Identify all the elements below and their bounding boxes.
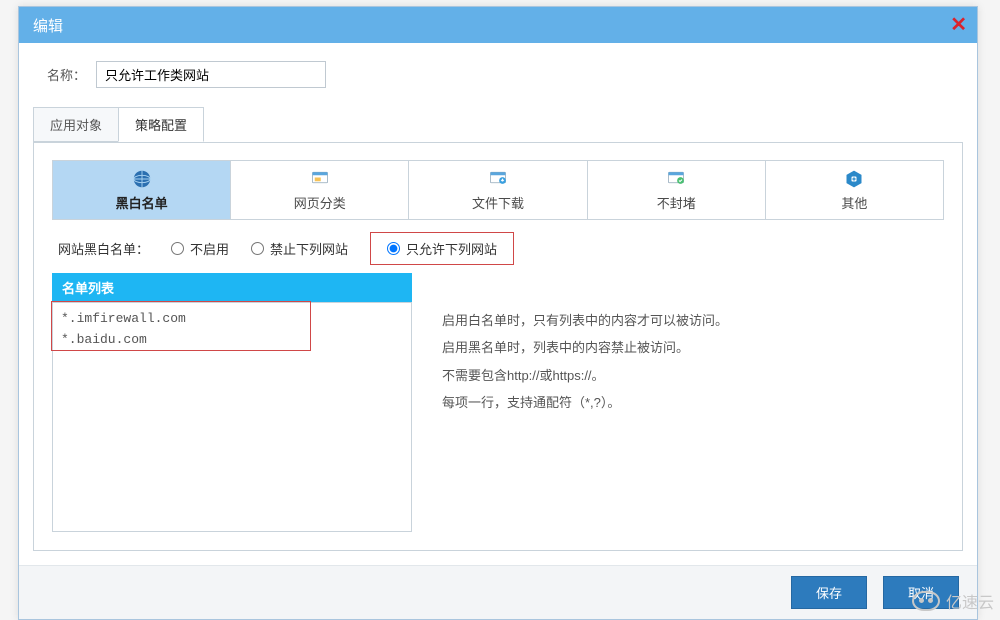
radio-disable-input[interactable]	[171, 242, 184, 255]
list-column: 名单列表 *.imfirewall.com *.baidu.com	[52, 273, 412, 532]
name-row: 名称：	[19, 43, 977, 106]
watermark-icon	[912, 591, 940, 611]
dialog-footer: 保存 取消	[19, 565, 977, 619]
dialog-title: 编辑	[33, 15, 63, 36]
help-text: 启用白名单时，只有列表中的内容才可以被访问。 启用黑名单时，列表中的内容禁止被访…	[442, 273, 728, 532]
tab-row: 应用对象 策略配置	[33, 107, 963, 143]
help-line: 不需要包含http://或https://。	[442, 362, 728, 389]
radio-allow-only[interactable]: 只允许下列网站	[370, 232, 514, 265]
radio-label: 不启用	[190, 239, 229, 258]
radio-label: 禁止下列网站	[270, 239, 348, 258]
radio-allow-input[interactable]	[387, 242, 400, 255]
radio-group-label: 网站黑白名单：	[58, 239, 149, 258]
save-button[interactable]: 保存	[791, 576, 867, 609]
dialog-title-bar[interactable]: 编辑 ✕	[19, 7, 977, 43]
edit-dialog: 编辑 ✕ 名称： 应用对象 策略配置 黑白名单	[18, 6, 978, 620]
webpage-icon	[308, 169, 332, 189]
radio-deny-input[interactable]	[251, 242, 264, 255]
globe-icon	[130, 169, 154, 189]
watermark: 亿速云	[912, 589, 994, 613]
radio-disable[interactable]: 不启用	[171, 239, 229, 258]
watermark-text: 亿速云	[946, 589, 994, 613]
tab-body: 黑白名单 网页分类 文件下载	[33, 142, 963, 551]
subtab-label: 黑白名单	[116, 193, 168, 212]
close-icon[interactable]: ✕	[950, 15, 967, 35]
help-line: 启用白名单时，只有列表中的内容才可以被访问。	[442, 307, 728, 334]
subtab-webcategory[interactable]: 网页分类	[230, 160, 409, 220]
tab-apply-target[interactable]: 应用对象	[33, 107, 119, 142]
tab-policy-config[interactable]: 策略配置	[118, 107, 204, 142]
subtab-label: 网页分类	[294, 193, 346, 212]
subtab-download[interactable]: 文件下载	[408, 160, 587, 220]
name-label: 名称：	[47, 65, 86, 84]
subtab-label: 不封堵	[657, 193, 696, 212]
help-line: 每项一行，支持通配符（*,?）。	[442, 389, 728, 416]
radio-deny[interactable]: 禁止下列网站	[251, 239, 348, 258]
pass-icon	[664, 169, 688, 189]
list-textarea[interactable]: *.imfirewall.com *.baidu.com	[52, 302, 412, 532]
subtab-blackwhite[interactable]: 黑白名单	[52, 160, 231, 220]
help-line: 启用黑名单时，列表中的内容禁止被访问。	[442, 334, 728, 361]
radio-label: 只允许下列网站	[406, 239, 497, 258]
other-icon	[842, 169, 866, 189]
subtab-noblock[interactable]: 不封堵	[587, 160, 766, 220]
subtab-label: 其他	[841, 193, 867, 212]
radio-row: 网站黑白名单： 不启用 禁止下列网站 只允许下列网站	[52, 220, 944, 273]
list-header: 名单列表	[52, 273, 412, 302]
download-icon	[486, 169, 510, 189]
name-input[interactable]	[96, 61, 326, 88]
subtab-row: 黑白名单 网页分类 文件下载	[52, 160, 944, 220]
subtab-label: 文件下载	[472, 193, 524, 212]
subtab-other[interactable]: 其他	[765, 160, 944, 220]
